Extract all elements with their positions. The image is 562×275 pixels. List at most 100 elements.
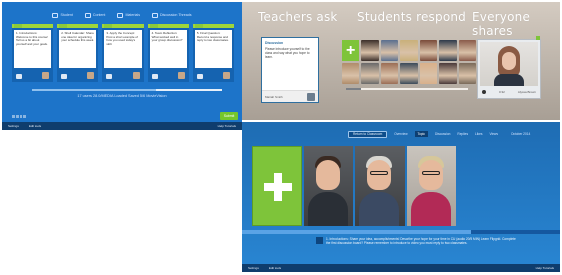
card-tab [104, 24, 113, 28]
student-response-thumbnail[interactable] [361, 63, 379, 84]
video-controls: 0:32 Alyssa Brown [480, 88, 538, 96]
topic-description-text: 1. Introductions: Share your idea, accom… [326, 237, 516, 245]
topic-card[interactable]: 2. Shell Calendar: Share one idea for or… [57, 24, 99, 82]
edit-tools-link[interactable]: Edit tools [269, 266, 281, 270]
concept-banner: Teachers ask Students respond Everyone s… [242, 2, 560, 120]
response-grid: + [342, 40, 476, 84]
prev-icon[interactable] [316, 237, 323, 244]
response-video[interactable] [355, 146, 405, 226]
card-text: 4. Team Reflection: What worked well in … [149, 30, 187, 68]
question-text: Please introduce yourself to the class a… [265, 47, 310, 59]
top-nav: Student Content Materials Discussion Thr… [2, 10, 242, 20]
card-text: 3. Apply the Concept: Post a short examp… [104, 30, 142, 68]
nav-materials[interactable]: Materials [117, 10, 140, 20]
video-author: Alyssa Brown [517, 90, 536, 94]
question-card[interactable]: Discussion Please introduce yourself to … [262, 38, 318, 102]
return-button[interactable]: Return to Classroom [348, 130, 388, 138]
student-response-thumbnail[interactable] [380, 63, 399, 84]
scroll-track[interactable] [242, 230, 560, 234]
edit-tools-link[interactable]: Edit tools [29, 124, 41, 128]
student-response-thumbnail[interactable] [439, 63, 457, 84]
tab-topic[interactable]: Topic [414, 131, 428, 137]
heading-students-respond: Students respond [357, 10, 466, 24]
response-video[interactable] [304, 146, 354, 226]
student-response-thumbnail[interactable] [419, 40, 438, 61]
count-badge [151, 74, 158, 79]
question-footer: Mariah Smith [262, 90, 318, 102]
avatar [132, 72, 140, 79]
tab-overview[interactable]: Overview [394, 132, 407, 136]
topic-card[interactable]: 1. Introductions: Welcome to this course… [12, 24, 54, 82]
date-label: October 2014 [510, 132, 531, 136]
teacher-name: Mariah Smith [265, 94, 283, 99]
topic-card[interactable]: 5. Final Question: Record a response and… [192, 24, 235, 82]
scroll-track[interactable] [32, 89, 222, 91]
student-response-thumbnail[interactable] [361, 40, 379, 61]
status-caption: 17 users 28.0/MEDIA Loaded Saved 5/6 Mov… [77, 94, 167, 98]
video-time: 0:32 [498, 90, 505, 94]
grid-overview-screenshot: Student Content Materials Discussion Thr… [2, 2, 242, 130]
bottom-bar: Settings Edit tools Help Tutorials [2, 122, 242, 130]
count-badge [61, 74, 68, 79]
teacher-avatar [307, 92, 315, 101]
card-text: 5. Final Question: Record a response and… [194, 30, 233, 68]
scroll-thumb[interactable] [242, 230, 471, 234]
heading-everyone-shares: Everyone shares [472, 10, 531, 38]
help-link[interactable]: Help Tutorials [536, 266, 554, 270]
card-text: 2. Shell Calendar: Share one idea for or… [59, 30, 97, 68]
add-response-button[interactable] [252, 146, 302, 226]
pager-dots[interactable] [12, 115, 26, 118]
avatar [42, 72, 50, 79]
collage: Student Content Materials Discussion Thr… [0, 0, 562, 275]
card-tab [149, 24, 158, 28]
topic-toolbar: Return to Classroom Overview Topic Discu… [242, 128, 560, 140]
video-player[interactable]: 0:32 Alyssa Brown [478, 40, 540, 98]
topic-card[interactable]: 3. Apply the Concept: Post a short examp… [102, 24, 144, 82]
tab-replies[interactable]: Replies [457, 132, 468, 136]
nav-discussion[interactable]: Discussion Threads [152, 10, 192, 20]
topic-cards: 1. Introductions: Welcome to this course… [12, 24, 235, 82]
topic-responses-screenshot: Return to Classroom Overview Topic Discu… [242, 122, 560, 272]
topic-card[interactable]: 4. Team Reflection: What worked well in … [147, 24, 189, 82]
scroll-thumb[interactable] [32, 89, 156, 91]
close-icon[interactable] [536, 36, 540, 40]
student-response-thumbnail[interactable] [400, 40, 418, 61]
avatar [177, 72, 185, 79]
card-tab [14, 24, 22, 28]
avatar [87, 72, 95, 79]
submit-button[interactable]: Submit [220, 112, 238, 120]
card-tab [59, 24, 68, 28]
settings-link[interactable]: Settings [8, 124, 19, 128]
topic-description: 1. Introductions: Share your idea, accom… [316, 237, 516, 247]
add-response-button[interactable]: + [342, 40, 360, 61]
question-title: Discussion [265, 41, 284, 45]
slider-fill [346, 88, 361, 90]
response-thumbnails [304, 146, 456, 226]
count-badge [196, 74, 203, 79]
bottom-bar: Settings Edit tools Help Tutorials [242, 264, 560, 272]
settings-link[interactable]: Settings [248, 266, 259, 270]
count-badge [16, 74, 22, 79]
tab-discussion[interactable]: Discussion [435, 132, 450, 136]
heading-teachers-ask: Teachers ask [258, 10, 338, 24]
video-frame [480, 42, 538, 86]
tab-likes[interactable]: Likes [475, 132, 482, 136]
nav-student[interactable]: Student [52, 10, 72, 20]
play-icon[interactable] [482, 90, 486, 94]
help-link[interactable]: Help Tutorials [218, 124, 236, 128]
response-video[interactable] [406, 146, 456, 226]
student-response-thumbnail[interactable] [380, 40, 399, 61]
student-response-thumbnail[interactable] [458, 40, 476, 61]
student-response-thumbnail[interactable] [458, 63, 476, 84]
student-response-thumbnail[interactable] [400, 63, 418, 84]
avatar [223, 72, 231, 79]
tab-views[interactable]: Views [490, 132, 498, 136]
count-badge [106, 74, 113, 79]
card-tab [194, 24, 203, 28]
student-response-thumbnail[interactable] [439, 40, 457, 61]
nav-content[interactable]: Content [85, 10, 106, 20]
student-response-thumbnail[interactable] [342, 63, 360, 84]
grid-slider[interactable] [346, 88, 468, 90]
card-text: 1. Introductions: Welcome to this course… [14, 30, 52, 68]
student-response-thumbnail[interactable] [419, 63, 438, 84]
